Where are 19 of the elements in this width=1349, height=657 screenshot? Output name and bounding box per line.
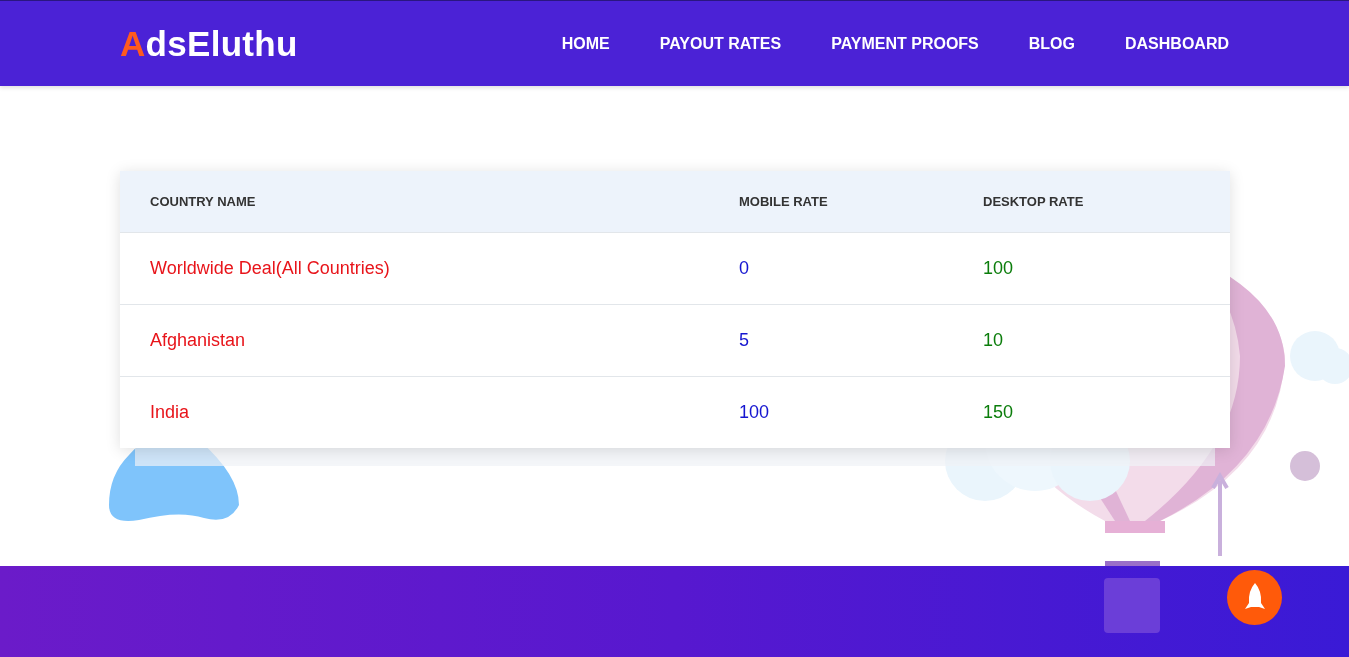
column-header: COUNTRY NAME	[150, 194, 257, 209]
nav-link[interactable]: DASHBOARD	[1125, 34, 1229, 53]
nav-link[interactable]: HOME	[561, 34, 610, 53]
table-cell-text: 150	[983, 402, 1015, 423]
table-cell-text: India	[150, 402, 191, 423]
table-cell-text: Afghanistan	[150, 330, 247, 351]
table-cell-text: 100	[983, 258, 1015, 279]
nav-link[interactable]: PAYMENT PROOFS	[831, 34, 979, 53]
table-cell-text: 100	[739, 402, 771, 423]
table-cell-text: Worldwide Deal(All Countries)	[150, 258, 391, 279]
column-header: MOBILE RATE	[739, 194, 829, 209]
table-cell-text: 10	[983, 330, 1005, 351]
table-cell-text: 0	[739, 258, 750, 279]
nav-link[interactable]: PAYOUT RATES	[659, 34, 782, 53]
column-header: DESKTOP RATE	[983, 194, 1085, 209]
nav-link[interactable]: BLOG	[1028, 34, 1075, 53]
basket-drawing	[1104, 578, 1160, 633]
table-cell-text: 5	[739, 330, 750, 351]
site-logo[interactable]: AdsEluthu	[120, 23, 298, 64]
